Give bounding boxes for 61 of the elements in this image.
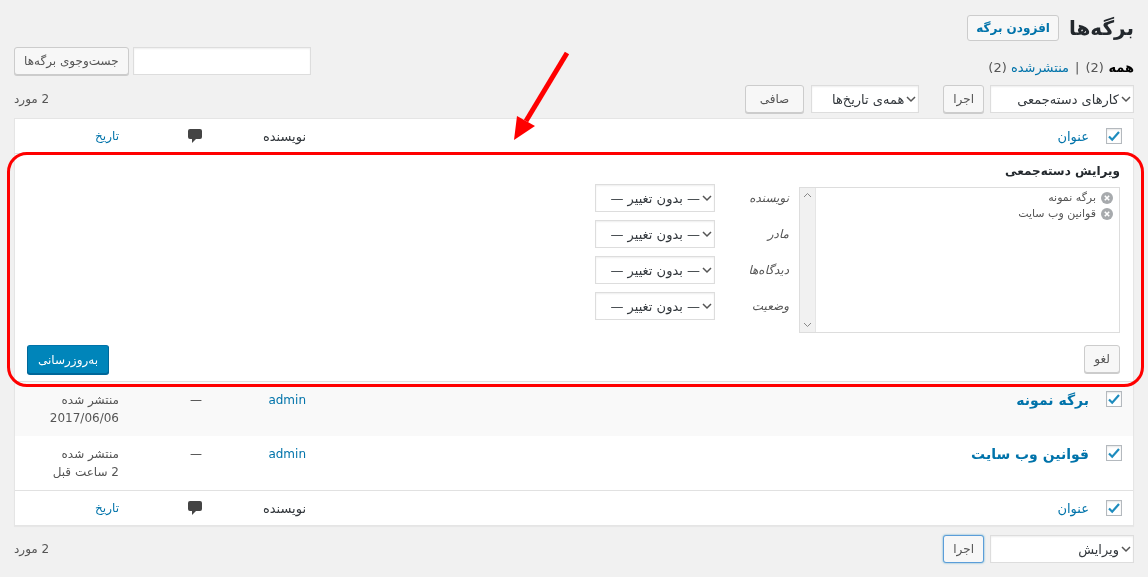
dropdown[interactable]: همه‌ی تاریخ‌ها bbox=[811, 85, 920, 113]
search-button[interactable]: جست‌وجوی برگه‌ها bbox=[14, 47, 129, 75]
dropdown[interactable]: ویرایش bbox=[990, 535, 1134, 563]
page-title-link[interactable]: برگه نمونه bbox=[1016, 392, 1089, 408]
scrollbar[interactable] bbox=[800, 188, 816, 332]
post-date: 2 ساعت قبل bbox=[51, 464, 119, 481]
filter-button[interactable]: صافی bbox=[744, 85, 805, 113]
author-link[interactable]: admin bbox=[268, 447, 306, 461]
post-date: 2017/06/06 bbox=[48, 410, 119, 427]
column-header: نویسنده bbox=[262, 500, 306, 516]
caret-icon bbox=[702, 303, 712, 310]
field-label: نویسنده bbox=[748, 191, 789, 205]
column-header[interactable]: تاریخ bbox=[21, 129, 119, 143]
checkbox[interactable] bbox=[1106, 500, 1122, 516]
add-page-button[interactable]: افزودن برگه bbox=[967, 15, 1059, 41]
dropdown[interactable]: — بدون تغییر — bbox=[595, 220, 715, 248]
comment-count: — bbox=[190, 446, 202, 463]
list-item: برگه نمونه bbox=[1048, 191, 1096, 204]
caret-icon bbox=[702, 231, 712, 238]
dropdown[interactable]: کارهای دسته‌جمعی bbox=[990, 85, 1134, 113]
comment-icon bbox=[188, 129, 202, 143]
checkbox[interactable] bbox=[1106, 128, 1122, 144]
author-link[interactable]: admin bbox=[268, 393, 306, 407]
bulk-edit-title: ویرایش دسته‌جمعی bbox=[1004, 164, 1120, 178]
item-count: 2 مورد bbox=[14, 92, 50, 106]
remove-icon[interactable] bbox=[1101, 191, 1113, 204]
column-header[interactable]: عنوان bbox=[1057, 500, 1089, 516]
checkbox[interactable] bbox=[1106, 391, 1122, 407]
dropdown[interactable]: — بدون تغییر — bbox=[595, 256, 715, 284]
dropdown[interactable]: — بدون تغییر — bbox=[595, 184, 715, 212]
checkbox[interactable] bbox=[1106, 445, 1122, 461]
caret-icon bbox=[702, 267, 712, 274]
scroll-down-icon[interactable] bbox=[803, 322, 812, 328]
apply-button[interactable]: اجرا bbox=[943, 85, 984, 113]
field-label: دیدگاه‌ها bbox=[747, 263, 789, 277]
field-label: مادر bbox=[765, 227, 789, 241]
page-title: برگه‌ها bbox=[1068, 16, 1134, 40]
caret-icon bbox=[906, 96, 917, 103]
post-status: منتشر شده bbox=[60, 446, 119, 463]
caret-icon bbox=[1121, 96, 1131, 103]
remove-icon[interactable] bbox=[1101, 207, 1113, 220]
separator: | bbox=[1075, 60, 1080, 75]
dropdown[interactable]: — بدون تغییر — bbox=[595, 292, 715, 320]
scroll-up-icon[interactable] bbox=[803, 192, 812, 198]
search-field[interactable] bbox=[132, 47, 311, 75]
post-status: منتشر شده bbox=[60, 392, 119, 409]
update-button[interactable]: به‌روزرسانی bbox=[27, 345, 109, 374]
cancel-button[interactable]: لغو bbox=[1084, 345, 1120, 373]
comment-icon bbox=[188, 501, 202, 515]
item-count: 2 مورد bbox=[14, 542, 50, 556]
caret-icon bbox=[1121, 546, 1131, 553]
page-title-link[interactable]: قوانین وب سایت bbox=[971, 446, 1089, 462]
column-header[interactable]: عنوان bbox=[1057, 128, 1089, 144]
comment-count: — bbox=[190, 392, 202, 409]
field-label: وضعیت bbox=[750, 299, 789, 313]
list-item: قوانین وب سایت bbox=[1018, 207, 1096, 220]
selected-pages-list[interactable]: برگه نمونه قوانین وب سایت bbox=[799, 187, 1120, 333]
column-header: نویسنده bbox=[262, 128, 306, 144]
column-header[interactable]: تاریخ bbox=[21, 501, 119, 515]
caret-icon bbox=[702, 195, 712, 202]
apply-button[interactable]: اجرا bbox=[943, 535, 984, 563]
